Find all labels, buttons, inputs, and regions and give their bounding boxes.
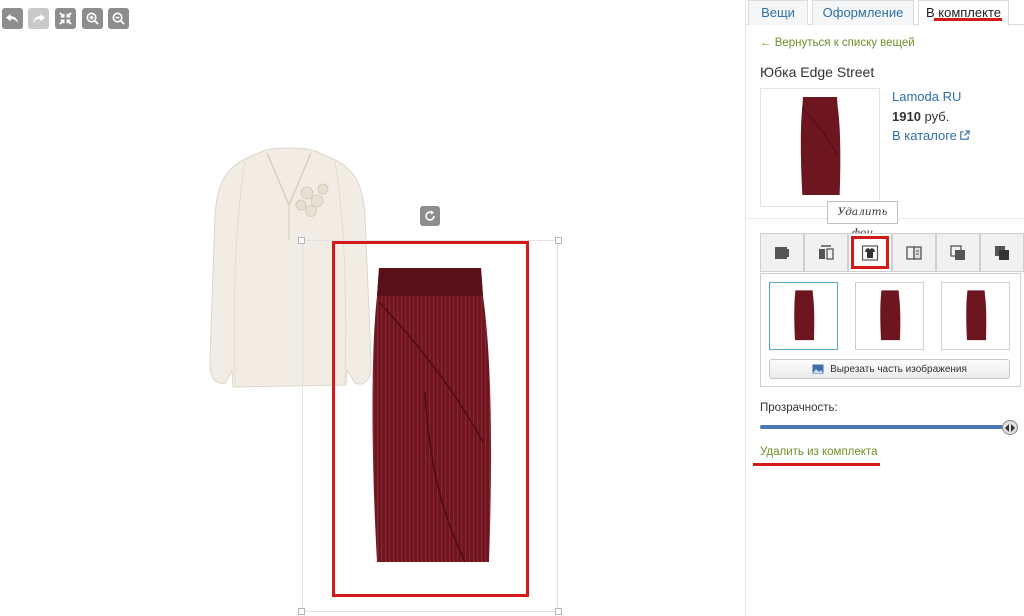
redo-icon[interactable] xyxy=(28,8,49,29)
skirt-variant-image xyxy=(793,290,814,341)
variant-thumbnail[interactable] xyxy=(769,282,838,350)
flip-button[interactable] xyxy=(804,233,848,272)
opacity-label: Прозрачность: xyxy=(760,402,838,414)
flip-icon xyxy=(819,244,834,260)
tab-design[interactable]: Оформление xyxy=(812,0,914,25)
tab-underline-highlight xyxy=(934,18,1002,21)
layer-back-icon xyxy=(995,245,1009,260)
copy-button[interactable] xyxy=(936,233,980,272)
highlight-frame xyxy=(332,241,529,597)
crop-button-label: Вырезать часть изображения xyxy=(830,363,967,375)
highlight-frame xyxy=(851,236,889,269)
shirt-icon xyxy=(861,244,879,261)
opacity-slider-track[interactable] xyxy=(760,425,1018,429)
layer-front-icon xyxy=(775,246,789,259)
item-sidebar: Вещи Оформление В комплекте ← Вернуться … xyxy=(745,0,1024,616)
catalog-link-wrap[interactable]: В каталоге xyxy=(892,128,970,143)
opacity-slider-handle[interactable] xyxy=(1002,420,1019,435)
sidebar-tabs: Вещи Оформление В комплекте xyxy=(746,0,1024,26)
tab-in-set[interactable]: В комплекте xyxy=(918,0,1009,26)
image-icon xyxy=(812,364,824,374)
external-link-icon xyxy=(960,130,970,140)
remove-link-underline-highlight xyxy=(753,463,880,466)
item-title: Юбка Edge Street xyxy=(760,64,875,80)
send-back-button[interactable] xyxy=(980,233,1024,272)
variant-thumbnail[interactable] xyxy=(941,282,1010,350)
skirt-variant-image xyxy=(965,290,986,341)
item-price: 1910 руб. xyxy=(892,109,949,124)
resize-handle[interactable] xyxy=(298,608,305,615)
collage-canvas[interactable] xyxy=(0,0,738,616)
zoom-out-icon[interactable] xyxy=(108,8,129,29)
back-to-list-link[interactable]: ← Вернуться к списку вещей xyxy=(760,37,915,49)
price-value: 1910 xyxy=(892,109,921,124)
bring-front-button[interactable] xyxy=(760,233,804,272)
tab-items[interactable]: Вещи xyxy=(748,0,808,25)
skirt-thumbnail-image xyxy=(800,97,841,195)
resize-handle[interactable] xyxy=(298,237,305,244)
remove-from-set-link[interactable]: Удалить из комплекта xyxy=(760,446,877,458)
zoom-in-icon[interactable] xyxy=(82,8,103,29)
slider-arrows-icon xyxy=(1005,423,1016,432)
copy-icon xyxy=(950,244,965,260)
collapse-icon[interactable] xyxy=(55,8,76,29)
price-unit: руб. xyxy=(924,109,950,124)
mirror-button[interactable] xyxy=(892,233,936,272)
skirt-variant-image xyxy=(879,290,900,341)
resize-handle[interactable] xyxy=(555,237,562,244)
remove-background-button[interactable] xyxy=(848,233,892,272)
crop-image-button[interactable]: Вырезать часть изображения xyxy=(769,359,1010,379)
store-link[interactable]: Lamoda RU xyxy=(892,89,961,104)
rotate-icon[interactable] xyxy=(420,206,440,226)
item-thumbnail[interactable] xyxy=(760,88,880,207)
variant-thumbnail[interactable] xyxy=(855,282,924,350)
undo-icon[interactable] xyxy=(2,8,23,29)
catalog-link[interactable]: В каталоге xyxy=(892,128,957,143)
remove-background-tooltip: Удалить фон xyxy=(827,201,898,239)
mirror-icon xyxy=(906,245,922,260)
resize-handle[interactable] xyxy=(555,608,562,615)
